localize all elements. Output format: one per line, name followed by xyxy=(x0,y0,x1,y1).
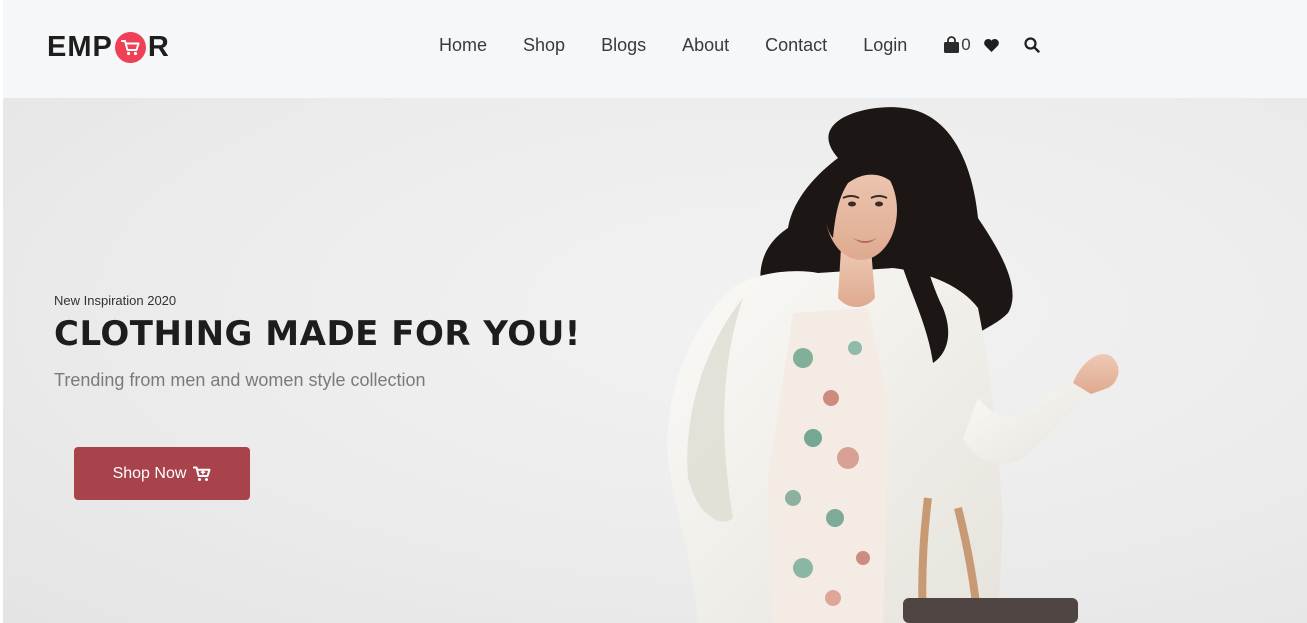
cart-button[interactable]: 0 xyxy=(943,35,971,55)
nav-shop[interactable]: Shop xyxy=(523,34,565,56)
site-header: EMP R Home Shop Blogs About Contact Logi… xyxy=(3,0,1307,98)
nav-login[interactable]: Login xyxy=(863,34,907,56)
main-nav: Home Shop Blogs About Contact Login 0 xyxy=(439,34,1040,56)
nav-blogs[interactable]: Blogs xyxy=(601,34,646,56)
cart-count: 0 xyxy=(961,35,971,54)
cart-icon xyxy=(193,466,211,482)
page-left-edge xyxy=(0,0,3,623)
shop-now-label: Shop Now xyxy=(112,464,187,482)
heart-icon xyxy=(983,38,999,52)
hero-banner: New Inspiration 2020 CLOTHING MADE FOR Y… xyxy=(3,98,1307,623)
search-button[interactable] xyxy=(1024,37,1040,53)
hero-subline: Trending from men and women style collec… xyxy=(54,370,426,390)
brand-logo[interactable]: EMP R xyxy=(47,30,170,64)
hero-model-image xyxy=(667,107,1119,623)
nav-about[interactable]: About xyxy=(682,34,729,56)
hero-headline: CLOTHING MADE FOR YOU! xyxy=(54,314,581,354)
shopping-bag-icon xyxy=(944,36,960,53)
logo-text-right: R xyxy=(147,30,170,63)
wishlist-button[interactable] xyxy=(983,38,1000,53)
hero-eyebrow: New Inspiration 2020 xyxy=(54,293,177,308)
nav-home[interactable]: Home xyxy=(439,34,487,56)
logo-cart-badge-icon xyxy=(114,31,146,63)
logo-text-left: EMP xyxy=(47,30,113,63)
nav-contact[interactable]: Contact xyxy=(765,34,827,56)
shop-now-button[interactable]: Shop Now xyxy=(74,447,250,500)
search-icon xyxy=(1024,37,1040,53)
